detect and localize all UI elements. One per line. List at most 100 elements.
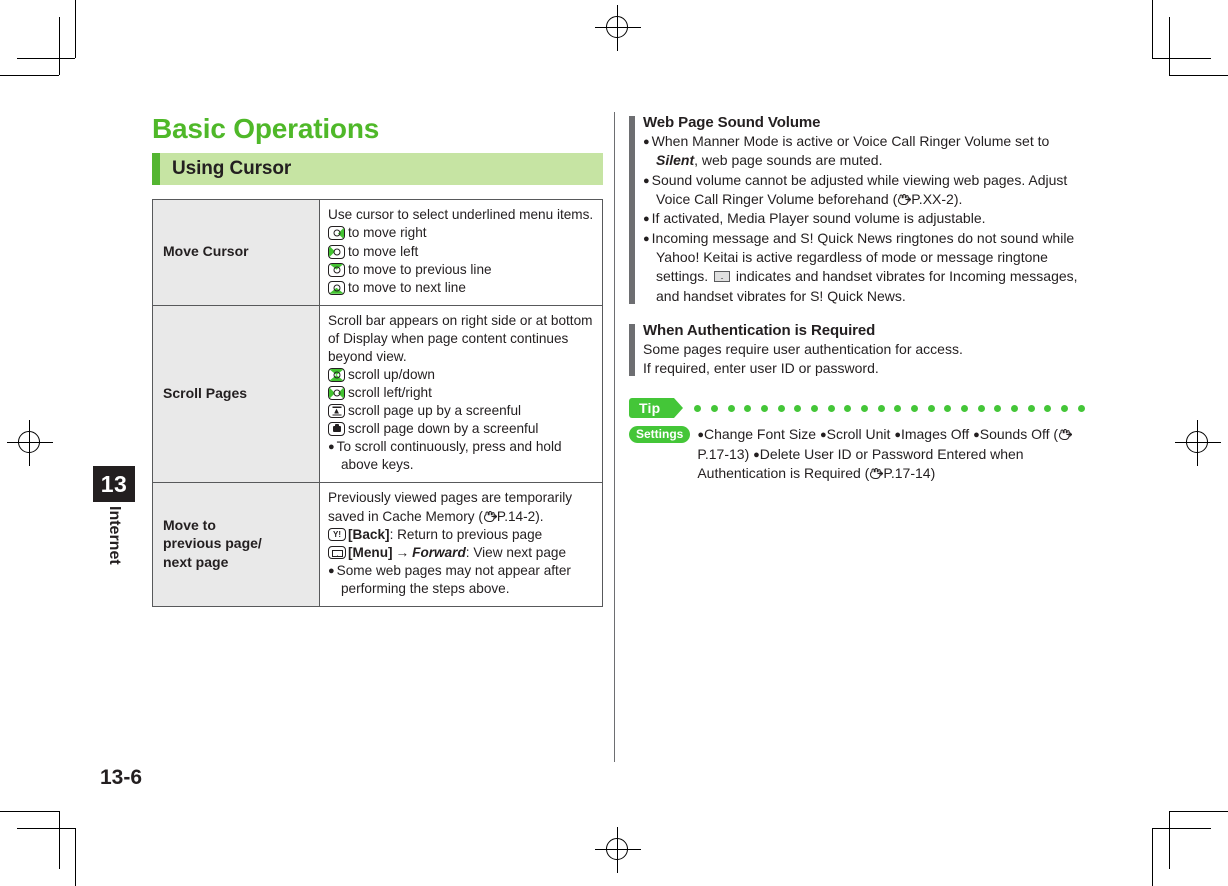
cache-memory-tail: ). xyxy=(535,508,544,524)
note-title: Web Page Sound Volume xyxy=(643,114,821,131)
chapter-number: 13 xyxy=(100,470,128,497)
key-right-label: to move right xyxy=(348,225,427,241)
note-bullet-2-pre: Sound volume cannot be adjusted while vi… xyxy=(651,171,1068,207)
key-right-icon xyxy=(328,226,345,241)
instruction-text: Use cursor to select underlined menu ite… xyxy=(328,207,594,223)
crop-mark-top-right-inner-v xyxy=(1169,17,1170,75)
reference-arrow-icon xyxy=(897,193,912,206)
crop-mark-top-right-h xyxy=(1169,75,1228,76)
note-bullet-2-post: ). xyxy=(953,190,963,207)
crop-mark-bottom-right-h xyxy=(1169,811,1228,812)
note-bullet-4: ● Incoming message and S! Quick News ring… xyxy=(643,229,1085,306)
settings-ref-2: P.17-14 xyxy=(883,465,931,482)
tip-section: Tip Settings ●Change Font Size ●Scroll U… xyxy=(629,398,1085,483)
key-instruction-right: to move right xyxy=(328,224,594,242)
row-body-move-page: Previously viewed pages are temporarily … xyxy=(319,482,603,607)
reference-arrow-icon xyxy=(869,468,884,480)
note-title: When Authentication is Required xyxy=(643,321,876,339)
settings-ref-1: P.17-13 xyxy=(697,445,745,462)
key-down-icon xyxy=(328,280,345,295)
auth-line-1: Some pages require user authentication f… xyxy=(643,340,963,357)
menu-key-label: [Menu] xyxy=(348,544,393,560)
bullet-dot-icon: ● xyxy=(973,429,980,442)
silent-value-label: Silent xyxy=(656,152,695,169)
row-label-move-cursor: Move Cursor xyxy=(152,199,320,306)
soft-key-yahoo-icon: Y! xyxy=(328,527,346,541)
note-block-web-page-sound-volume: Web Page Sound Volume ● When Manner Mode … xyxy=(629,114,1085,306)
crop-mark-bottom-right-v xyxy=(1152,828,1153,886)
key-updown-label: scroll up/down xyxy=(348,367,435,383)
crop-mark-top-right-inner-h xyxy=(1152,58,1211,59)
section-accent-bar xyxy=(152,153,160,186)
crop-mark-top-left-v xyxy=(75,0,76,58)
soft-key-mail-icon xyxy=(328,545,346,559)
key-pageup-label: scroll page up by a screenful xyxy=(348,403,522,419)
key-instruction-pageup: scroll page up by a screenful xyxy=(328,402,594,420)
key-instruction-leftright: scroll left/right xyxy=(328,384,594,402)
tip-badge: Tip xyxy=(629,398,684,419)
key-leftright-label: scroll left/right xyxy=(348,385,432,401)
row-body-move-cursor: Use cursor to select underlined menu ite… xyxy=(319,199,603,306)
move-page-note-bullet: ● Some web pages may not appear after per… xyxy=(328,562,594,598)
settings-item-1: Change Font Size xyxy=(704,426,817,443)
bullet-dot-icon: ● xyxy=(643,213,650,226)
scroll-bar-text: Scroll bar appears on right side or at b… xyxy=(328,312,593,364)
key-instruction-pagedown: scroll page down by a screenful xyxy=(328,420,594,438)
row-label-move-page: Move to previous page/ next page xyxy=(152,482,320,607)
bullet-dot-icon: ● xyxy=(819,429,827,442)
cache-memory-ref: P.14-2 xyxy=(496,508,536,524)
note-bullet-1-pre: When Manner Mode is active or Voice Call… xyxy=(651,133,1050,149)
crop-mark-bottom-left-h xyxy=(0,811,59,812)
key-up-icon xyxy=(328,262,345,277)
operations-table: Move Cursor Use cursor to select underli… xyxy=(152,199,603,607)
key-up-label: to move to previous line xyxy=(348,261,492,277)
note-bullet-1-post: , web page sounds are muted. xyxy=(694,152,883,169)
settings-item-5: Delete User ID or Password Entered when … xyxy=(697,445,1024,482)
tip-body: Settings ●Change Font Size ●Scroll Unit … xyxy=(629,425,1085,483)
note-bullet-3-pre: If activated, Media Player sound volume … xyxy=(651,210,986,227)
registration-mark-right xyxy=(1175,420,1221,466)
note-block-authentication: When Authentication is Required Some pag… xyxy=(629,322,1085,379)
key-pageup-icon xyxy=(328,404,345,419)
column-divider xyxy=(614,112,615,762)
section-header: Using Cursor xyxy=(152,153,603,186)
left-column: Basic Operations Using Cursor Move Curso… xyxy=(152,114,603,607)
note-bullet-2-ref: P.XX-2 xyxy=(911,190,954,207)
menu-key-desc: : View next page xyxy=(465,544,567,560)
softkey-instruction-back: Y! [Back]: Return to previous page xyxy=(328,526,594,544)
crop-mark-bottom-right-inner-v xyxy=(1169,811,1170,869)
softkey-instruction-menu: [Menu] → Forward: View next page xyxy=(328,544,594,562)
section-header-label: Using Cursor xyxy=(172,158,292,180)
note-bullet-3: ● If activated, Media Player sound volume… xyxy=(643,209,1085,228)
scroll-note-bullet: ● To scroll continuously, press and hold … xyxy=(328,438,594,474)
key-instruction-up: to move to previous line xyxy=(328,261,594,279)
note-bullet-2: ● Sound volume cannot be adjusted while v… xyxy=(643,171,1085,210)
key-leftright-icon xyxy=(328,386,345,401)
crop-mark-top-left-inner-h xyxy=(17,58,75,59)
bullet-dot-icon: ● xyxy=(328,564,335,577)
crop-mark-top-left-h xyxy=(0,75,59,76)
bullet-dot-icon: ● xyxy=(328,441,335,454)
page-number: 13-6 xyxy=(100,766,143,789)
note-bullet-list: ● When Manner Mode is active or Voice Cal… xyxy=(643,132,1085,306)
key-instruction-updown: scroll up/down xyxy=(328,366,594,384)
envelope-icon xyxy=(714,271,731,283)
table-row: Move to previous page/ next page Previou… xyxy=(152,482,603,607)
bullet-dot-icon: ● xyxy=(697,429,704,442)
crop-mark-bottom-left-inner-v xyxy=(59,811,60,869)
bullet-dot-icon: ● xyxy=(643,136,650,148)
row-label-scroll-pages: Scroll Pages xyxy=(152,304,320,484)
auth-line-2: If required, enter user ID or password. xyxy=(643,360,879,377)
tip-header-row: Tip xyxy=(629,398,1085,419)
registration-mark-left xyxy=(7,420,53,466)
cache-memory-text: Previously viewed pages are temporarily … xyxy=(328,489,594,525)
reference-arrow-icon xyxy=(1058,429,1073,441)
menu-arrow-icon: → xyxy=(395,544,410,560)
crop-mark-top-left-inner-v xyxy=(59,17,60,75)
tip-dot-rule xyxy=(694,404,1085,412)
right-column: Web Page Sound Volume ● When Manner Mode … xyxy=(629,114,1085,483)
note-bullet-1: ● When Manner Mode is active or Voice Cal… xyxy=(643,132,1085,171)
bullet-dot-icon: ● xyxy=(643,174,650,187)
settings-badge: Settings xyxy=(629,426,691,444)
note-accent-bar xyxy=(629,116,635,304)
